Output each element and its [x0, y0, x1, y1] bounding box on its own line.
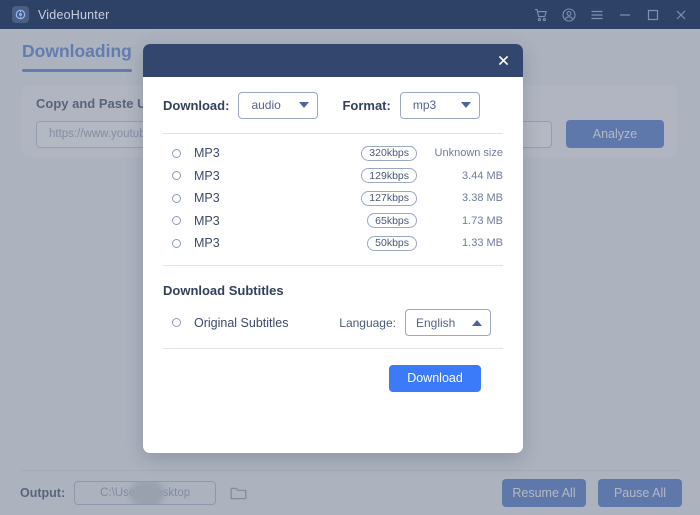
close-icon[interactable] [673, 7, 688, 22]
language-value: English [416, 315, 456, 330]
download-button[interactable]: Download [389, 364, 481, 392]
videohunter-logo-icon [12, 6, 29, 23]
download-type-value: audio [251, 98, 281, 112]
file-size-label: Unknown size [434, 147, 503, 160]
account-icon[interactable] [561, 7, 576, 22]
original-subtitles-radio[interactable] [172, 318, 181, 327]
language-select[interactable]: English [405, 309, 491, 336]
modal-header [143, 44, 523, 77]
chevron-down-icon [460, 102, 471, 108]
bitrate-badge: 320kbps [361, 145, 417, 161]
quality-radio[interactable] [172, 216, 181, 226]
chevron-up-icon [472, 319, 482, 326]
file-size-label: 1.33 MB [462, 237, 503, 250]
quality-list: MP3 320kbps Unknown size MP3 129kbps 3.44 MB M… [163, 134, 503, 265]
bitrate-badge: 65kbps [367, 213, 417, 229]
quality-format-label: MP3 [194, 236, 220, 251]
download-type-select[interactable]: audio [238, 91, 319, 119]
quality-format-label: MP3 [194, 213, 220, 228]
bitrate-badge: 50kbps [367, 235, 417, 251]
format-label: Format: [342, 97, 391, 113]
videohunter-window: VideoHunter Download: audio Format: mp3 … [0, 0, 700, 515]
divider-subtitles [163, 264, 503, 266]
file-size-label: 3.38 MB [462, 192, 503, 205]
quality-format-label: MP3 [194, 191, 220, 206]
download-options-modal: Download: audio Format: mp3 MP3 320kbps Un… [143, 44, 523, 453]
quality-radio[interactable] [172, 238, 181, 248]
file-size-label: 3.44 MB [462, 169, 503, 182]
cart-icon[interactable] [533, 7, 548, 22]
bitrate-badge: 129kbps [361, 168, 417, 184]
format-select[interactable]: mp3 [399, 91, 480, 119]
original-subtitles-row: Original Subtitles Language: English [163, 298, 503, 348]
quality-radio[interactable] [172, 148, 181, 158]
quality-radio[interactable] [172, 171, 181, 181]
titlebar-icon-group [533, 7, 688, 22]
minimize-icon[interactable] [617, 7, 632, 22]
close-icon[interactable] [495, 53, 511, 69]
quality-radio[interactable] [172, 193, 181, 203]
app-title: VideoHunter [38, 7, 110, 22]
chevron-down-icon [299, 102, 310, 108]
format-value: mp3 [412, 98, 437, 112]
menu-icon[interactable] [589, 7, 604, 22]
quality-row[interactable]: MP3 50kbps 1.33 MB [163, 232, 503, 255]
quality-row[interactable]: MP3 127kbps 3.38 MB [163, 187, 503, 210]
original-subtitles-label: Original Subtitles [194, 315, 289, 330]
maximize-icon[interactable] [645, 7, 660, 22]
modal-footer: Download [163, 349, 503, 392]
quality-row[interactable]: MP3 129kbps 3.44 MB [163, 165, 503, 188]
quality-format-label: MP3 [194, 168, 220, 183]
format-selection-row: Download: audio Format: mp3 [163, 77, 503, 133]
quality-format-label: MP3 [194, 146, 220, 161]
subtitles-section-title: Download Subtitles [163, 282, 284, 298]
bitrate-badge: 127kbps [361, 190, 417, 206]
download-type-label: Download: [163, 97, 230, 113]
quality-row[interactable]: MP3 65kbps 1.73 MB [163, 210, 503, 233]
modal-body: Download: audio Format: mp3 MP3 320kbps Un… [143, 77, 523, 392]
file-size-label: 1.73 MB [462, 214, 503, 227]
language-label: Language: [339, 315, 396, 330]
quality-row[interactable]: MP3 320kbps Unknown size [163, 142, 503, 165]
title-bar: VideoHunter [0, 0, 700, 29]
